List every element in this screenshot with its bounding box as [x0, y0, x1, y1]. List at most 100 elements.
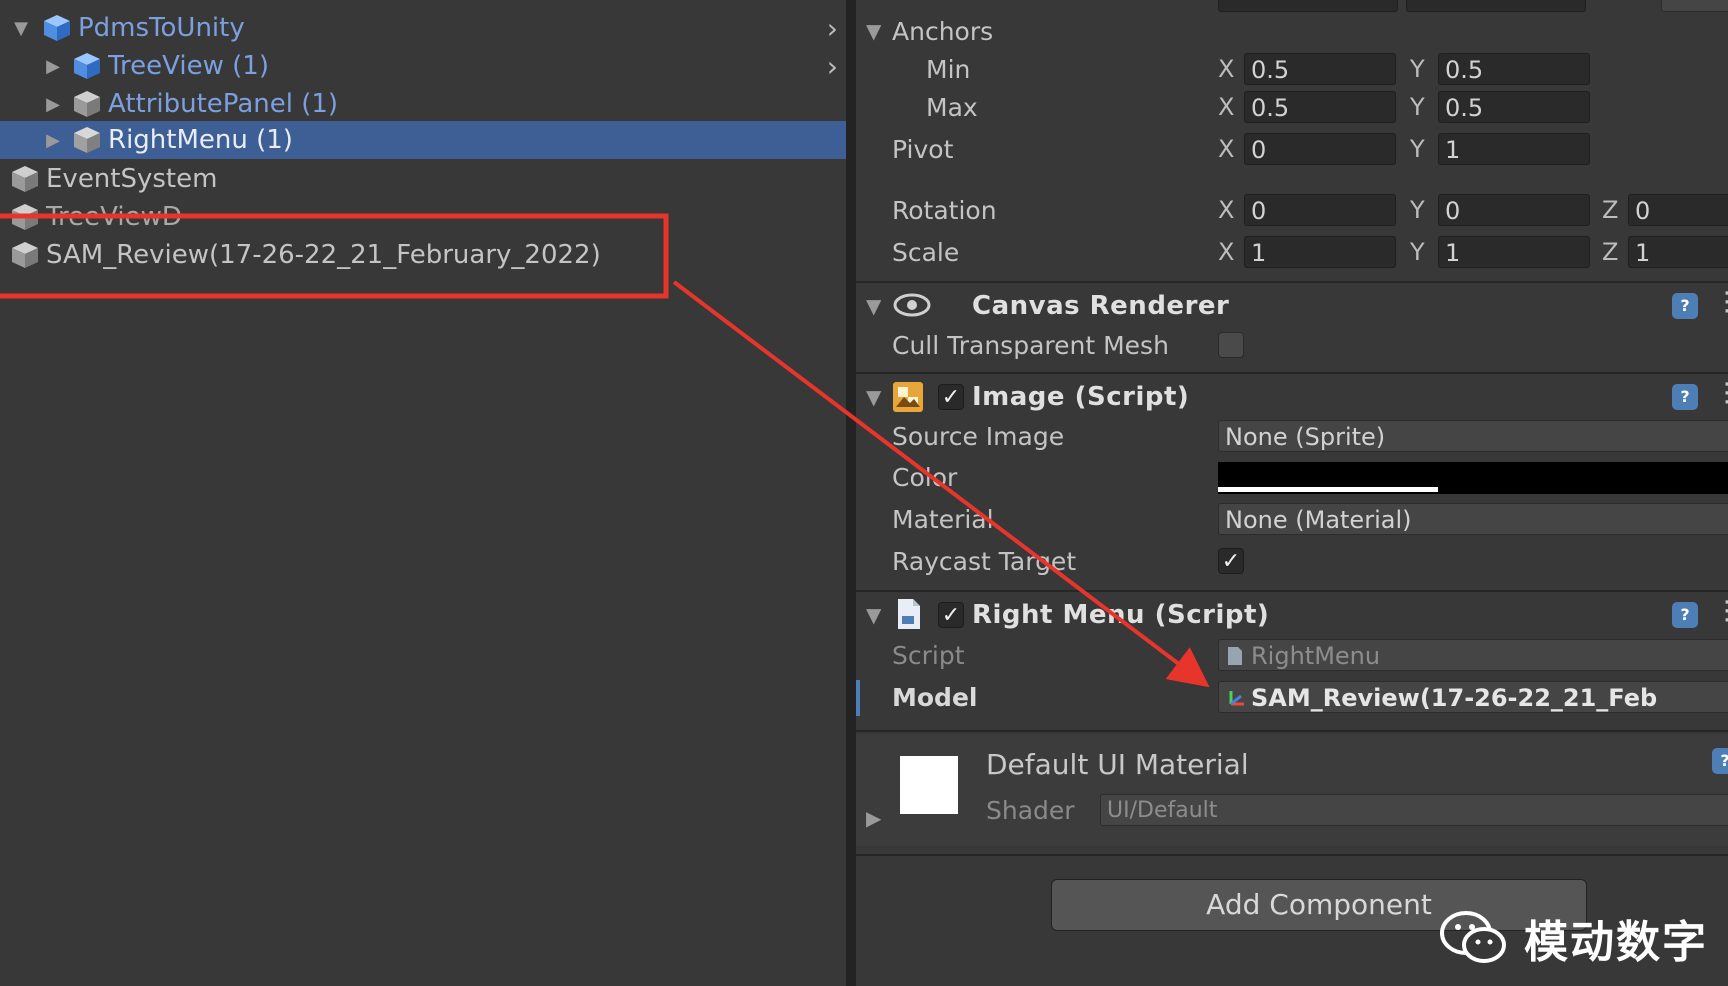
image-enabled-checkbox[interactable]: ✓ — [938, 384, 964, 410]
foldout-expanded-icon[interactable]: ▼ — [10, 17, 32, 39]
hierarchy-row-attributepanel[interactable]: ▶ AttributePanel (1) — [0, 85, 846, 123]
inspector-panel: ▼ Anchors Min X 0.5 Y 0.5 Max X 0.5 Y 0.… — [856, 0, 1728, 986]
hierarchy-row-sam-review[interactable]: SAM_Review(17-26-22_21_February_2022) — [0, 236, 846, 274]
rotation-label: Rotation — [892, 195, 997, 225]
anchors-min-row: Min X 0.5 Y 0.5 — [856, 50, 1728, 88]
foldout-collapsed-icon[interactable]: ▶ — [42, 55, 64, 77]
color-label: Color — [892, 462, 958, 492]
foldout-expanded-icon[interactable]: ▼ — [866, 294, 881, 318]
pivot-y-field[interactable]: 1 — [1438, 133, 1590, 165]
right-menu-script-header[interactable]: ▼ ✓ Right Menu (Script) ? ⋮ — [856, 594, 1728, 636]
hierarchy-label: PdmsToUnity — [78, 13, 245, 43]
anchors-max-label: Max — [926, 92, 978, 122]
component-separator — [856, 372, 1728, 374]
scale-label: Scale — [892, 237, 960, 267]
image-script-header[interactable]: ▼ ✓ Image (Script) ? ⋮ — [856, 376, 1728, 418]
script-field: RightMenu — [1218, 639, 1728, 671]
foldout-collapsed-icon[interactable]: ▶ — [42, 93, 64, 115]
anchors-row[interactable]: ▼ Anchors — [856, 12, 1728, 50]
anchors-max-x-field[interactable]: 0.5 — [1244, 91, 1396, 123]
rotation-z-field[interactable]: 0 — [1628, 194, 1728, 226]
right-menu-script-title: Right Menu (Script) — [972, 600, 1270, 630]
hierarchy-row-rightmenu[interactable]: ▶ RightMenu (1) — [0, 121, 846, 159]
hierarchy-label: AttributePanel (1) — [108, 89, 339, 119]
canvas-renderer-header[interactable]: ▼ Canvas Renderer ? ⋮ — [856, 285, 1728, 327]
hierarchy-label: EventSystem — [46, 164, 218, 194]
axis-x-label: X — [1218, 196, 1235, 224]
help-icon[interactable]: ? — [1672, 602, 1698, 628]
axis-y-label: Y — [1410, 135, 1425, 163]
script-row: Script RightMenu — [856, 636, 1728, 674]
color-swatch[interactable] — [1218, 462, 1728, 494]
axis-x-label: X — [1218, 55, 1235, 83]
hierarchy-row-pdmstounity[interactable]: ▼ PdmsToUnity › — [0, 9, 846, 47]
context-menu-icon[interactable]: ⋮ — [1714, 378, 1728, 408]
axis-x-label: X — [1218, 238, 1235, 266]
material-field[interactable]: None (Material) — [1218, 503, 1728, 535]
hierarchy-label: TreeViewD — [46, 202, 182, 232]
anchors-max-y-field[interactable]: 0.5 — [1438, 91, 1590, 123]
shader-label: Shader — [986, 796, 1075, 825]
script-file-icon — [898, 599, 920, 629]
model-icon — [1229, 691, 1244, 706]
prefab-cube-icon — [44, 15, 70, 41]
axis-y-label: Y — [1410, 238, 1425, 266]
watermark: 模动数字 — [1440, 906, 1708, 970]
component-separator — [856, 854, 1728, 856]
hierarchy-row-eventsystem[interactable]: EventSystem — [0, 160, 846, 198]
right-menu-enabled-checkbox[interactable]: ✓ — [938, 602, 964, 628]
cull-transparent-checkbox[interactable] — [1218, 332, 1244, 358]
context-menu-icon[interactable]: ⋮ — [1714, 596, 1728, 626]
help-icon[interactable]: ? — [1672, 293, 1698, 319]
prefab-cube-icon — [74, 53, 100, 79]
partial-button[interactable] — [1661, 0, 1728, 12]
help-icon[interactable]: ? — [1672, 384, 1698, 410]
modified-indicator — [856, 680, 860, 716]
chevron-right-icon[interactable]: › — [827, 50, 838, 83]
material-preview-section[interactable]: ▶ Default UI Material Shader UI/Default … — [856, 734, 1728, 846]
foldout-collapsed-icon[interactable]: ▶ — [866, 806, 881, 830]
canvas-renderer-title: Canvas Renderer — [972, 291, 1230, 321]
raycast-target-row: Raycast Target ✓ — [856, 542, 1728, 580]
anchors-max-row: Max X 0.5 Y 0.5 — [856, 88, 1728, 126]
hierarchy-row-treeviewd[interactable]: TreeViewD — [0, 198, 846, 236]
panel-divider[interactable] — [846, 0, 856, 986]
scale-z-field[interactable]: 1 — [1628, 236, 1728, 268]
model-row: Model SAM_Review(17-26-22_21_Feb — [856, 678, 1728, 716]
scale-x-field[interactable]: 1 — [1244, 236, 1396, 268]
anchors-min-y-field[interactable]: 0.5 — [1438, 53, 1590, 85]
help-icon[interactable]: ? — [1712, 748, 1728, 774]
anchors-min-x-field[interactable]: 0.5 — [1244, 53, 1396, 85]
context-menu-icon[interactable]: ⋮ — [1714, 287, 1728, 317]
pivot-x-field[interactable]: 0 — [1244, 133, 1396, 165]
foldout-expanded-icon[interactable]: ▼ — [866, 385, 881, 409]
foldout-expanded-icon[interactable]: ▼ — [866, 19, 881, 43]
script-value: RightMenu — [1251, 642, 1381, 670]
anchors-min-label: Min — [926, 54, 971, 84]
cull-transparent-row: Cull Transparent Mesh — [856, 326, 1728, 364]
component-separator — [856, 281, 1728, 283]
chevron-right-icon[interactable]: › — [827, 12, 838, 45]
source-image-label: Source Image — [892, 421, 1065, 451]
partial-field[interactable] — [1218, 0, 1398, 12]
axis-x-label: X — [1218, 135, 1235, 163]
scale-y-field[interactable]: 1 — [1438, 236, 1590, 268]
image-script-title: Image (Script) — [972, 382, 1190, 412]
cull-transparent-label: Cull Transparent Mesh — [892, 330, 1169, 360]
partial-field[interactable] — [1406, 0, 1586, 12]
axis-x-label: X — [1218, 93, 1235, 121]
hierarchy-row-treeview[interactable]: ▶ TreeView (1) › — [0, 47, 846, 85]
gameobject-cube-icon — [12, 242, 38, 268]
wechat-icon — [1440, 911, 1506, 963]
gameobject-cube-icon — [74, 91, 100, 117]
gameobject-cube-icon — [74, 127, 100, 153]
model-field[interactable]: SAM_Review(17-26-22_21_Feb — [1218, 681, 1728, 713]
raycast-target-checkbox[interactable]: ✓ — [1218, 548, 1244, 574]
gameobject-cube-icon — [12, 166, 38, 192]
foldout-collapsed-icon[interactable]: ▶ — [42, 129, 64, 151]
rotation-x-field[interactable]: 0 — [1244, 194, 1396, 226]
rotation-y-field[interactable]: 0 — [1438, 194, 1590, 226]
source-image-field[interactable]: None (Sprite) — [1218, 420, 1728, 452]
shader-field[interactable]: UI/Default — [1100, 794, 1728, 826]
foldout-expanded-icon[interactable]: ▼ — [866, 603, 881, 627]
